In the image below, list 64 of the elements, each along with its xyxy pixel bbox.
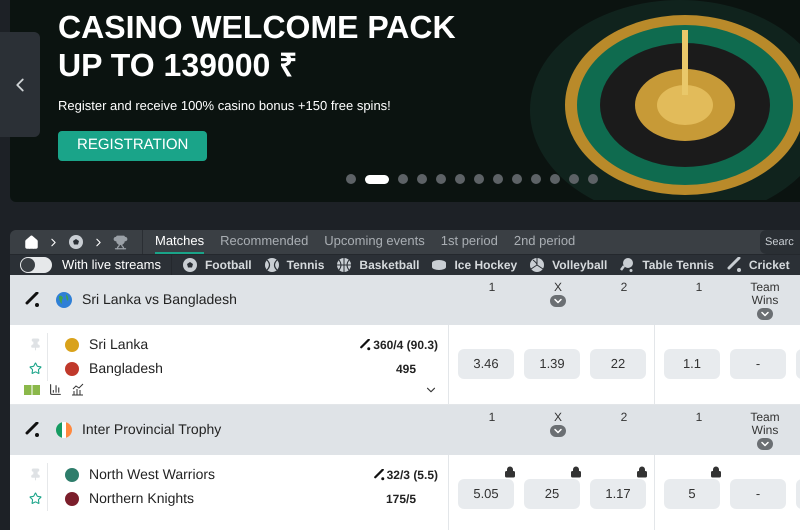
home-icon[interactable]	[24, 234, 39, 250]
team-score: 32/3 (5.5)	[386, 466, 438, 484]
column-header: X	[554, 281, 562, 294]
sport-filter[interactable]: Ice Hockey	[431, 256, 518, 274]
odds-button[interactable]: -	[730, 479, 786, 509]
table-tennis-paddle-icon	[619, 256, 636, 273]
column-header: Team Wins	[749, 281, 781, 307]
dropdown-chevron-icon[interactable]	[757, 438, 773, 450]
team-name: Sri Lanka	[89, 335, 148, 354]
odds-button[interactable]: 25	[524, 479, 580, 509]
odds-button[interactable]: 5.05	[458, 479, 514, 509]
sport-filter[interactable]: Volleyball	[529, 256, 608, 274]
toggle-label: With live streams	[62, 256, 161, 274]
odds-button[interactable]: 1.17	[590, 479, 646, 509]
field-icon[interactable]	[24, 384, 40, 394]
globe-icon	[56, 292, 72, 308]
odds-button[interactable]: 5	[664, 479, 720, 509]
odds-button[interactable]: 1.1	[664, 349, 720, 379]
column-header: 2	[620, 281, 628, 294]
favorite-star-icon[interactable]	[29, 362, 42, 375]
flag-icon	[56, 422, 72, 438]
odds-button[interactable]: 1.39	[524, 349, 580, 379]
team-name: Bangladesh	[89, 359, 163, 378]
column-header: 1	[488, 281, 496, 294]
odds-button[interactable]: -	[730, 349, 786, 379]
column-header: 1	[488, 411, 496, 424]
favorite-star-icon[interactable]	[29, 492, 42, 505]
bar-chart-icon[interactable]	[49, 383, 62, 396]
sport-filter[interactable]: Cricket	[726, 256, 790, 274]
odds-button[interactable]: 22	[590, 349, 646, 379]
cricket-bat-icon	[726, 256, 742, 273]
column-header: Team Wins	[749, 411, 781, 437]
column-header: 1	[696, 411, 702, 424]
sport-filter[interactable]: Tennis	[264, 256, 324, 274]
league-name: Inter Provincial Trophy	[82, 420, 222, 439]
team-score: 175/5	[386, 490, 416, 508]
column-header: X	[554, 411, 562, 424]
dropdown-chevron-icon[interactable]	[550, 295, 566, 307]
live-streams-toggle[interactable]	[20, 256, 52, 273]
dropdown-chevron-icon[interactable]	[550, 425, 566, 437]
cricket-bat-icon	[24, 292, 40, 308]
tab[interactable]: Recommended	[220, 230, 308, 254]
stats-icon[interactable]	[71, 383, 84, 396]
team-score: 360/4 (90.3)	[373, 336, 438, 354]
sport-filter[interactable]: Basketball	[336, 256, 420, 274]
odds-button[interactable]: 3.46	[458, 349, 514, 379]
column-header: 2	[620, 411, 628, 424]
column-header: 1	[696, 281, 702, 294]
cricket-bat-icon	[24, 422, 40, 438]
team-name: North West Warriors	[89, 465, 216, 484]
sport-filter[interactable]: Football	[182, 256, 252, 274]
team-score: 495	[396, 360, 416, 378]
trophy-icon[interactable]	[113, 234, 128, 250]
team-name: Northern Knights	[89, 489, 194, 508]
league-name: Sri Lanka vs Bangladesh	[82, 290, 237, 309]
tab[interactable]: Upcoming events	[324, 230, 425, 254]
sport-filter[interactable]: Table Tennis	[619, 256, 714, 274]
dropdown-chevron-icon[interactable]	[757, 308, 773, 320]
banner-subtitle: Register and receive 100% casino bonus +150 free spins!	[58, 97, 391, 115]
tab[interactable]: 2nd period	[514, 230, 576, 254]
search-field[interactable]: Searc	[760, 230, 800, 254]
tab[interactable]: 1st period	[440, 230, 498, 254]
banner-title: CASINO WELCOME PACK UP TO 139000 ₹	[58, 8, 457, 84]
soccer-ball-icon	[68, 234, 84, 250]
